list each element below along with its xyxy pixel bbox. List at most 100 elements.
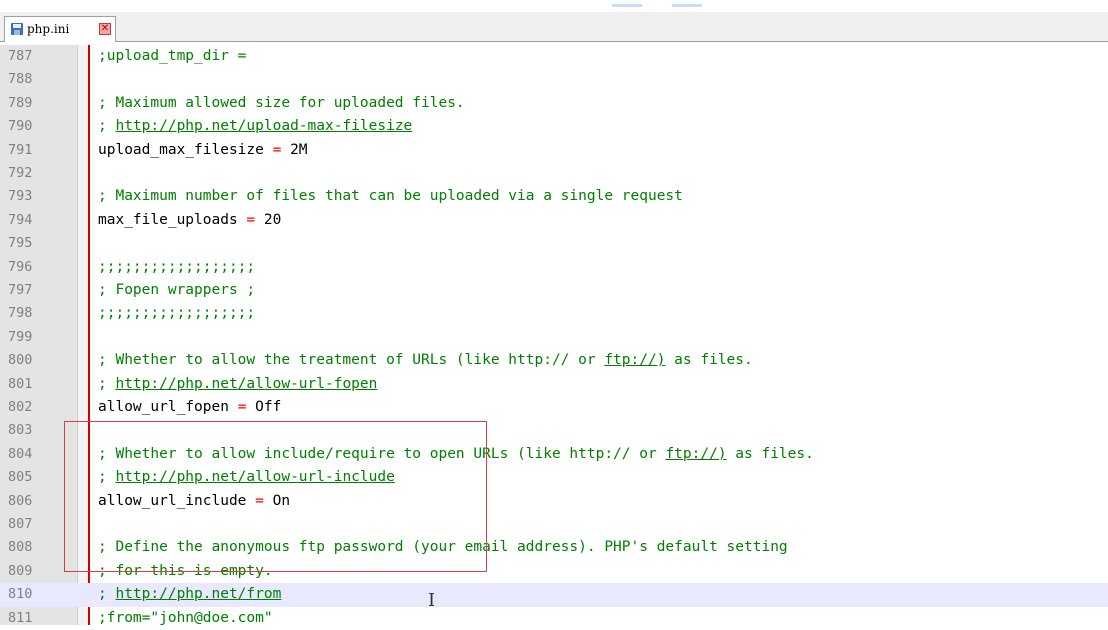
line-number: 787 [8,48,33,64]
directive-key: upload_max_filesize [98,141,273,158]
comment-text: as files. [665,352,753,369]
line-number: 789 [8,94,33,111]
code-line[interactable]: 793 ; Maximum number of files that can be… [0,185,1108,208]
line-code: ; for this is empty. [98,560,273,583]
code-line[interactable]: 797 ; Fopen wrappers ; [0,279,1108,302]
line-number: 791 [8,141,33,158]
line-code: ; Whether to allow the treatment of URLs… [98,349,753,372]
save-icon [11,23,23,35]
toolbar-remnant [612,4,642,7]
code-line[interactable]: 787 ;upload_tmp_dir = [0,45,1108,68]
code-line[interactable]: 800 ; Whether to allow the treatment of U… [0,349,1108,372]
code-line[interactable]: 809 ; for this is empty. [0,560,1108,583]
line-code: ; http://php.net/upload-max-filesize [98,115,412,138]
line-code: allow_url_fopen = Off [98,396,281,419]
line-number: 796 [8,258,33,275]
code-line[interactable]: 810; http://php.net/from [0,583,1108,607]
line-code: ; Whether to allow include/require to op… [98,443,814,466]
line-number: 802 [8,399,33,415]
line-code: max_file_uploads = 20 [98,209,281,232]
code-line[interactable]: 789 ; Maximum allowed size for uploaded f… [0,92,1108,115]
code-line[interactable]: 792 [0,162,1108,185]
comment-text: ; Whether to allow the treatment of URLs… [98,352,605,369]
line-number: 800 [8,352,33,369]
line-code: ;upload_tmp_dir = [98,45,246,68]
directive-value: 20 [255,211,282,228]
directive-key: allow_url_include [98,492,256,509]
code-line[interactable]: 794 max_file_uploads = 20 [0,209,1108,232]
code-line[interactable]: 798;;;;;;;;;;;;;;;;;; [0,302,1108,325]
code-line[interactable]: 791 upload_max_filesize = 2M [0,139,1108,162]
comment-text: ;;;;;;;;;;;;;;;;;; [98,305,256,322]
line-code: ; Maximum number of files that can be up… [98,185,683,208]
text-cursor-icon: I [428,590,436,611]
directive-value: On [263,492,291,509]
code-line[interactable]: 796;;;;;;;;;;;;;;;;;; [0,256,1108,279]
line-code: ;;;;;;;;;;;;;;;;;; [98,256,255,279]
comment-text: ; [98,118,116,135]
line-number: 804 [8,445,33,462]
url-link[interactable]: http://php.net/upload-max-filesize [115,118,412,134]
url-link[interactable]: ftp://) [665,446,726,462]
line-number: 806 [8,492,33,509]
line-number: 805 [8,469,33,486]
line-number: 810 [8,586,33,603]
close-icon[interactable]: ✕ [99,23,111,35]
comment-text: ; Whether to allow include/require to op… [98,445,666,462]
line-number: 803 [8,422,33,439]
code-line[interactable]: 808 ; Define the anonymous ftp password (… [0,536,1108,559]
comment-text: ; Maximum number of files that can be up… [98,188,683,205]
comment-text: as files. [726,445,814,462]
code-line[interactable]: 801; http://php.net/allow-url-fopen [0,373,1108,396]
code-line[interactable]: 807 [0,513,1108,536]
comment-text: ; Fopen wrappers ; [98,282,256,298]
line-number: 792 [8,165,33,181]
line-number: 797 [8,282,33,298]
code-line[interactable]: 804 ; Whether to allow include/require to… [0,443,1108,466]
url-link[interactable]: ftp://) [604,352,665,368]
code-line[interactable]: 790; http://php.net/upload-max-filesize [0,115,1108,138]
line-number: 808 [8,539,33,556]
directive-key: max_file_uploads [98,211,247,228]
tab-php-ini[interactable]: php.ini ✕ [4,16,116,42]
comment-text: ;;;;;;;;;;;;;;;;;; [98,258,256,275]
line-code: ;;;;;;;;;;;;;;;;;; [98,302,255,325]
comment-text: ;from="john@doe.com" [98,609,273,626]
code-line[interactable]: 811 ;from="john@doe.com" [0,607,1108,630]
code-line[interactable]: 795 [0,232,1108,255]
line-number: 801 [8,375,33,392]
url-link[interactable]: http://php.net/allow-url-fopen [115,376,377,392]
comment-text: ; Maximum allowed size for uploaded file… [98,94,465,111]
line-number: 794 [8,211,33,228]
line-code: ; Fopen wrappers ; [98,279,255,302]
line-number: 790 [8,118,33,135]
line-number: 811 [8,609,33,626]
comment-text: ; [98,469,116,486]
title-strip [0,0,1108,12]
line-number: 793 [8,188,33,205]
line-number: 799 [8,328,33,345]
line-code: ; Maximum allowed size for uploaded file… [98,92,465,115]
line-number: 798 [8,305,33,322]
url-link[interactable]: http://php.net/from [115,586,281,602]
code-line[interactable]: 799 [0,326,1108,349]
line-number: 788 [8,71,33,88]
comment-text: ; [98,586,116,603]
code-line[interactable]: 806 allow_url_include = On [0,490,1108,513]
line-code: ; http://php.net/from [98,583,281,606]
code-line[interactable]: 805; http://php.net/allow-url-include [0,466,1108,489]
code-editor[interactable]: 787 ;upload_tmp_dir = 788 789 ; Maximum allo… [0,45,1108,626]
comment-text: ; for this is empty. [98,562,273,579]
comment-text: ;upload_tmp_dir [98,48,229,64]
comment-text: ; [98,375,116,392]
line-number: 807 [8,516,33,532]
code-line[interactable]: 803 [0,419,1108,442]
code-line[interactable]: 802 allow_url_fopen = Off [0,396,1108,419]
directive-value: Off [246,399,282,415]
line-number: 795 [8,235,33,252]
url-link[interactable]: http://php.net/allow-url-include [115,469,394,485]
tab-bar: php.ini ✕ [0,12,1108,42]
directive-key: allow_url_fopen [98,399,238,415]
line-code: ;from="john@doe.com" [98,607,273,630]
code-line[interactable]: 788 [0,68,1108,91]
